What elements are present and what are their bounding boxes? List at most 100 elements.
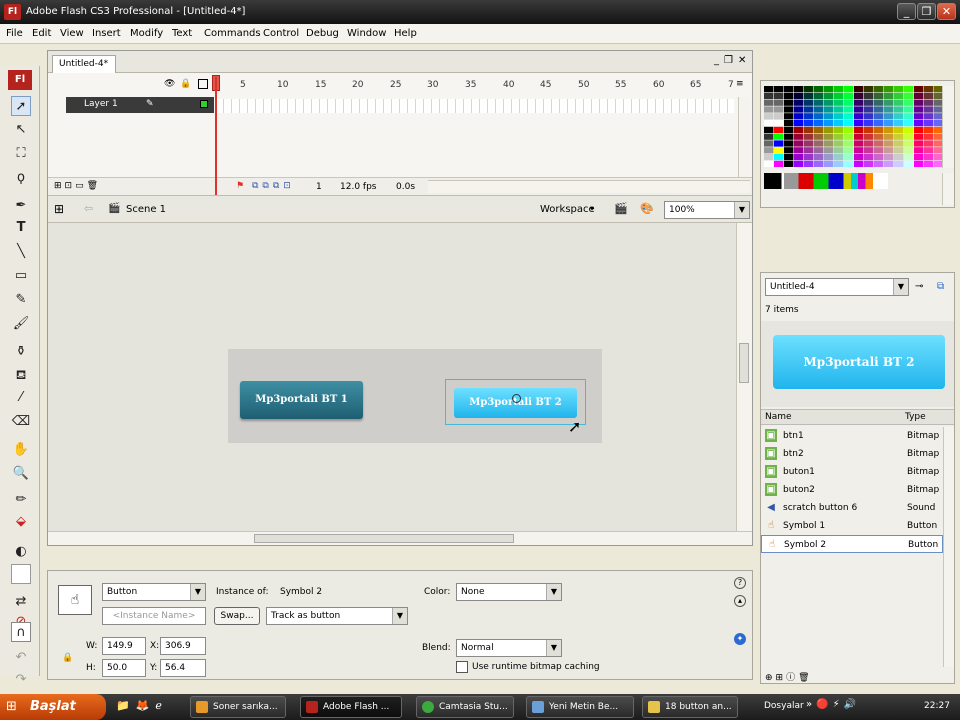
color-swatch[interactable] [864, 154, 874, 161]
selection-tool-icon[interactable]: ➚ [11, 96, 31, 116]
vscroll-thumb[interactable] [739, 343, 749, 383]
color-swatch[interactable] [904, 113, 914, 120]
timeline-vscrollbar[interactable] [738, 97, 750, 177]
menu-file[interactable]: File [6, 28, 23, 39]
color-swatch[interactable] [824, 92, 834, 99]
color-swatch[interactable] [834, 140, 844, 147]
color-swatch[interactable] [924, 86, 934, 93]
color-swatch[interactable] [854, 126, 864, 133]
color-swatch[interactable] [844, 113, 854, 120]
color-swatch[interactable] [874, 92, 884, 99]
color-swatch[interactable] [874, 147, 884, 154]
free-transform-tool-icon[interactable]: ⛶ [11, 144, 31, 164]
menu-view[interactable]: View [60, 28, 84, 39]
color-swatch[interactable] [894, 147, 904, 154]
color-swatch[interactable] [904, 133, 914, 140]
color-swatch[interactable] [864, 106, 874, 113]
color-swatch[interactable] [804, 160, 814, 167]
color-swatch[interactable] [864, 113, 874, 120]
straighten-icon[interactable]: ↷ [11, 670, 31, 690]
color-swatch[interactable] [914, 147, 924, 154]
color-swatch[interactable] [824, 120, 834, 127]
color-swatch[interactable] [774, 86, 784, 93]
layer-color-icon[interactable] [200, 100, 208, 108]
workspace-menu[interactable]: Workspace [540, 204, 595, 215]
quick-launch-icons[interactable]: 📁🦊ℯ [116, 699, 168, 712]
color-swatch[interactable] [824, 113, 834, 120]
color-swatch[interactable] [814, 92, 824, 99]
library-item[interactable]: ◀ scratch button 6 Sound [761, 499, 943, 517]
minimize-doc-icon[interactable]: _ [714, 55, 719, 66]
chevron-down-icon[interactable]: ▼ [392, 608, 407, 624]
color-swatch[interactable] [794, 154, 804, 161]
color-swatch[interactable] [774, 120, 784, 127]
button-instance-2[interactable]: Mp3portali BT 2 [454, 388, 577, 418]
button-instance-1[interactable]: Mp3portali BT 1 [240, 381, 363, 419]
color-swatch[interactable] [794, 160, 804, 167]
color-swatch[interactable] [874, 99, 884, 106]
color-swatch[interactable] [894, 99, 904, 106]
color-swatch[interactable] [814, 113, 824, 120]
color-swatch[interactable] [784, 92, 794, 99]
color-swatch[interactable] [774, 160, 784, 167]
color-swatch[interactable] [784, 106, 794, 113]
color-swatch[interactable] [764, 120, 774, 127]
color-swatch[interactable] [904, 154, 914, 161]
swap-button[interactable]: Swap... [214, 607, 260, 625]
stage[interactable]: Mp3portali BT 1 Mp3portali BT 2 ➚ [228, 349, 602, 443]
library-item[interactable]: ▣ buton1 Bitmap [761, 463, 943, 481]
color-swatch[interactable] [854, 92, 864, 99]
color-swatch[interactable] [904, 99, 914, 106]
document-tab[interactable]: Untitled-4* [52, 55, 116, 73]
color-swatch[interactable] [844, 86, 854, 93]
color-swatch[interactable] [894, 140, 904, 147]
gradient-vscrollbar[interactable] [942, 173, 954, 205]
color-swatch[interactable] [864, 99, 874, 106]
track-select[interactable]: Track as button ▼ [266, 607, 408, 625]
chevron-down-icon[interactable]: ▼ [546, 584, 561, 600]
color-swatch[interactable] [904, 147, 914, 154]
stage-area[interactable]: Mp3portali BT 1 Mp3portali BT 2 ➚ [48, 223, 736, 531]
color-swatch[interactable] [774, 113, 784, 120]
chevron-down-icon[interactable]: ▼ [734, 202, 749, 218]
eye-icon[interactable]: 👁 [164, 79, 175, 89]
color-swatch[interactable] [924, 106, 934, 113]
text-tool-icon[interactable]: T [11, 218, 31, 238]
color-swatch[interactable] [914, 92, 924, 99]
chevron-down-icon[interactable]: ▼ [546, 640, 561, 656]
symbol-behavior-select[interactable]: Button ▼ [102, 583, 206, 601]
paint-bucket-tool-icon[interactable]: ⛾ [11, 366, 31, 386]
color-swatch[interactable] [844, 99, 854, 106]
fill-color-icon[interactable]: ⬙ [11, 512, 31, 532]
library-vscrollbar[interactable] [943, 427, 954, 667]
color-swatch[interactable] [814, 147, 824, 154]
bitmap-caching-checkbox[interactable] [456, 661, 468, 673]
color-swatch[interactable] [814, 160, 824, 167]
column-name[interactable]: Name [765, 412, 792, 422]
color-swatch[interactable] [884, 113, 894, 120]
color-swatch[interactable] [784, 160, 794, 167]
color-swatch[interactable] [814, 140, 824, 147]
menu-help[interactable]: Help [394, 28, 417, 39]
color-swatch[interactable] [764, 147, 774, 154]
lock-icon[interactable]: 🔒 [180, 79, 191, 89]
library-item-selected[interactable]: ☝ Symbol 2 Button [761, 535, 943, 553]
color-swatch[interactable] [854, 113, 864, 120]
color-swatch[interactable] [804, 120, 814, 127]
snap-magnet-icon[interactable]: ∩ [11, 622, 31, 642]
color-swatch[interactable] [914, 160, 924, 167]
color-swatch[interactable] [784, 113, 794, 120]
color-swatch[interactable] [894, 160, 904, 167]
color-swatch[interactable] [924, 120, 934, 127]
color-swatch[interactable] [834, 106, 844, 113]
color-swatch[interactable] [764, 92, 774, 99]
swatch-vscrollbar[interactable] [942, 86, 954, 168]
color-swatch[interactable] [924, 160, 934, 167]
color-swatch[interactable] [884, 147, 894, 154]
color-swatch[interactable] [864, 140, 874, 147]
default-colors-icon[interactable]: ⇄ [11, 592, 31, 612]
color-swatch[interactable] [824, 154, 834, 161]
height-input[interactable]: 50.0 [102, 659, 146, 677]
color-swatch[interactable] [854, 147, 864, 154]
color-swatch[interactable] [784, 99, 794, 106]
